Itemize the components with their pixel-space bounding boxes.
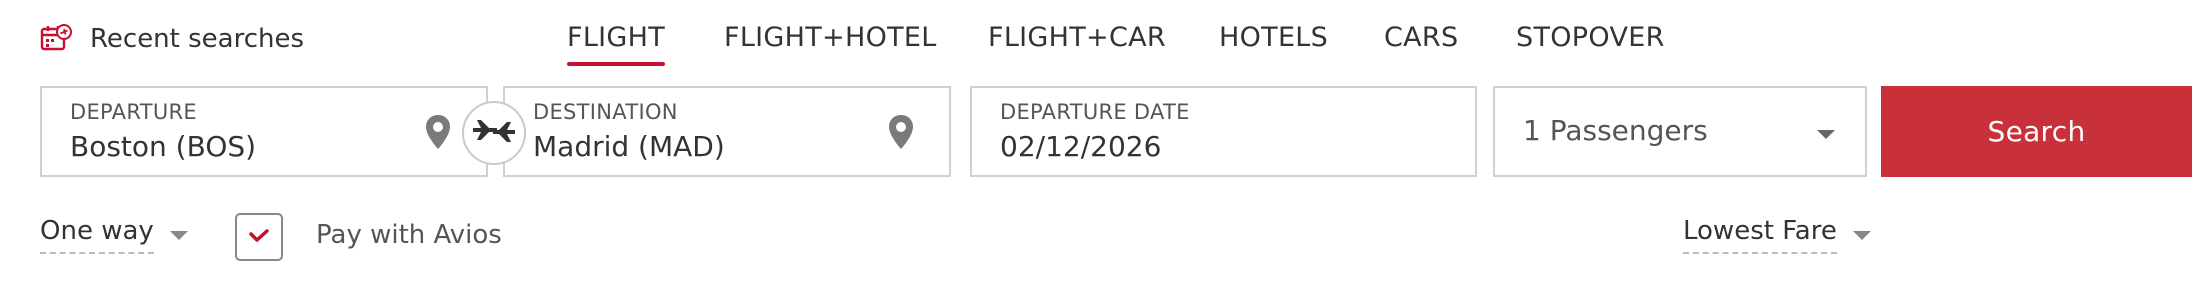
map-pin-icon: [888, 114, 914, 150]
chevron-down-icon: [169, 230, 188, 240]
passengers-select[interactable]: 1 Passengers: [1493, 86, 1867, 177]
sort-dropdown[interactable]: Lowest Fare: [1683, 216, 1871, 254]
departure-value: Boston (BOS): [70, 130, 257, 163]
departure-date-label: DEPARTURE DATE: [1000, 100, 1190, 124]
departure-field[interactable]: DEPARTURE Boston (BOS): [40, 86, 488, 177]
tab-stopover[interactable]: STOPOVER: [1516, 22, 1665, 53]
pay-with-avios-checkbox[interactable]: [235, 213, 283, 261]
pay-with-avios-label: Pay with Avios: [316, 220, 502, 250]
tab-flight-car[interactable]: FLIGHT+CAR: [988, 22, 1166, 53]
tab-cars[interactable]: CARS: [1384, 22, 1458, 53]
destination-label: DESTINATION: [533, 100, 678, 124]
checkmark-icon: [249, 228, 269, 247]
tab-flight[interactable]: FLIGHT: [567, 22, 666, 66]
chevron-down-icon: [1852, 230, 1871, 240]
sort-value: Lowest Fare: [1683, 216, 1837, 254]
map-pin-icon: [425, 114, 451, 150]
destination-field[interactable]: DESTINATION Madrid (MAD): [503, 86, 951, 177]
trip-type-dropdown[interactable]: One way: [40, 216, 188, 254]
trip-type-value: One way: [40, 216, 154, 254]
passengers-value: 1 Passengers: [1523, 114, 1708, 147]
departure-date-field[interactable]: DEPARTURE DATE 02/12/2026: [970, 86, 1477, 177]
destination-value: Madrid (MAD): [533, 130, 725, 163]
recent-searches-label: Recent searches: [90, 24, 305, 54]
departure-label: DEPARTURE: [70, 100, 197, 124]
chevron-down-icon: [1817, 130, 1835, 139]
recent-searches-button[interactable]: Recent searches: [40, 22, 304, 56]
calendar-plane-icon: [40, 23, 72, 55]
departure-date-value: 02/12/2026: [1000, 130, 1162, 163]
tab-flight-hotel[interactable]: FLIGHT+HOTEL: [724, 22, 937, 53]
search-button[interactable]: Search: [1881, 86, 2192, 177]
swap-airports-button[interactable]: [462, 101, 526, 165]
tab-hotels[interactable]: HOTELS: [1219, 22, 1328, 53]
plane-swap-icon: [471, 114, 517, 152]
